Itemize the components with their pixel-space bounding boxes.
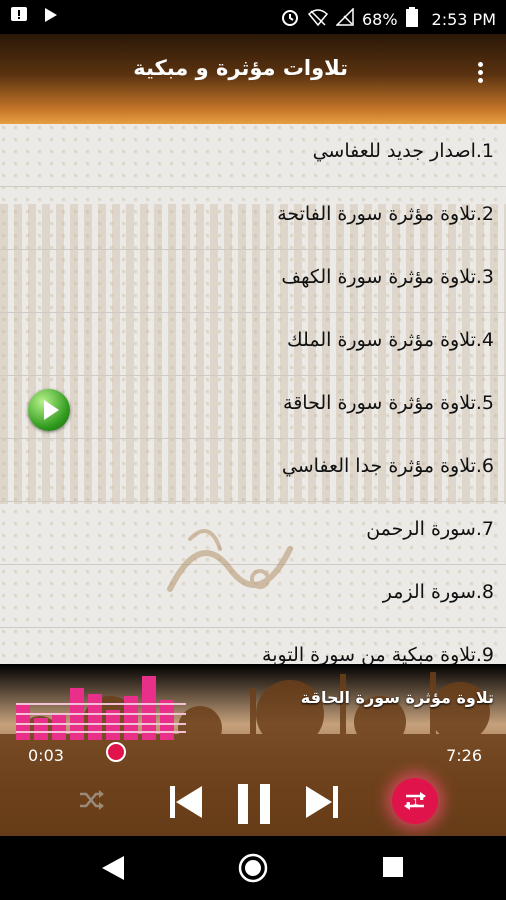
list-item-label: 8.سورة الزمر	[382, 581, 494, 603]
system-nav-bar	[0, 836, 506, 900]
overflow-menu-icon[interactable]	[478, 62, 484, 86]
list-item-label: 4.تلاوة مؤثرة سورة الملك	[287, 329, 494, 351]
battery-percent: 68%	[361, 9, 398, 29]
calligraphy-watermark	[167, 529, 293, 592]
previous-icon[interactable]	[166, 782, 206, 826]
elapsed-time: 0:03	[28, 746, 64, 765]
status-bar: 68% 2:53 PM	[0, 0, 506, 34]
next-icon[interactable]	[302, 782, 342, 826]
total-time: 7:26	[446, 746, 482, 765]
now-playing-title: تلاوة مؤثرة سورة الحاقة	[300, 688, 494, 707]
list-item[interactable]: 2.تلاوة مؤثرة سورة الفاتحة	[0, 187, 506, 250]
recents-icon[interactable]	[382, 856, 404, 882]
clock: 2:53 PM	[431, 9, 496, 29]
pause-icon[interactable]	[234, 782, 274, 830]
signal-icon	[335, 7, 354, 30]
wifi-icon	[307, 8, 329, 30]
list-item[interactable]: 4.تلاوة مؤثرة سورة الملك	[0, 313, 506, 376]
svg-text:1: 1	[413, 797, 418, 807]
list-item-label: 3.تلاوة مؤثرة سورة الكهف	[281, 266, 494, 288]
notification-alert-icon	[10, 6, 28, 28]
list-item-label: 1.اصدار جديد للعفاسي	[312, 140, 494, 162]
list-item-playing[interactable]: 5.تلاوة مؤثرة سورة الحاقة	[0, 376, 506, 439]
player-panel: تلاوة مؤثرة سورة الحاقة 0:03 7:26 1	[0, 664, 506, 836]
list-item-label: 5.تلاوة مؤثرة سورة الحاقة	[283, 392, 494, 414]
alarm-icon	[280, 7, 300, 31]
play-indicator-icon[interactable]	[28, 389, 70, 431]
list-item[interactable]: 3.تلاوة مؤثرة سورة الكهف	[0, 250, 506, 313]
list-item-label: 2.تلاوة مؤثرة سورة الفاتحة	[277, 203, 494, 225]
list-item-label: 6.تلاوة مؤثرة جدا العفاسي	[281, 455, 494, 477]
battery-icon	[405, 7, 418, 31]
list-item-label: 9.تلاوة مبكية من سورة التوبة	[262, 644, 494, 664]
play-store-icon	[44, 7, 58, 27]
track-list: 1.اصدار جديد للعفاسي 2.تلاوة مؤثرة سورة …	[0, 124, 506, 664]
repeat-one-icon[interactable]: 1	[392, 778, 438, 824]
seek-handle[interactable]	[106, 742, 126, 762]
back-icon[interactable]	[100, 854, 126, 886]
list-item-label: 7.سورة الرحمن	[366, 518, 494, 540]
app-bar: تلاوات مؤثرة و مبكية	[0, 34, 506, 124]
list-item[interactable]: 6.تلاوة مؤثرة جدا العفاسي	[0, 439, 506, 502]
list-item[interactable]: 9.تلاوة مبكية من سورة التوبة	[0, 628, 506, 664]
app-title: تلاوات مؤثرة و مبكية	[133, 56, 348, 80]
home-icon[interactable]	[237, 852, 269, 888]
shuffle-icon[interactable]	[78, 788, 104, 818]
list-item[interactable]: 1.اصدار جديد للعفاسي	[0, 124, 506, 187]
equalizer-visualizer	[16, 676, 186, 740]
